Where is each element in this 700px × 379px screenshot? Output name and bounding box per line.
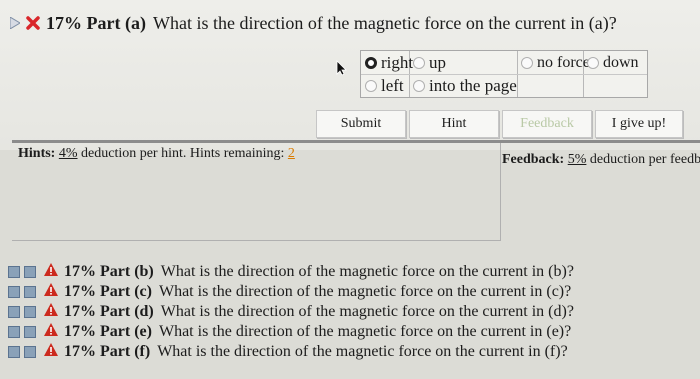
part-b-label: 17% Part (b) (64, 262, 154, 280)
warning-icon (44, 342, 58, 361)
part-row-d[interactable]: 17% Part (d) What is the direction of th… (8, 302, 574, 321)
option-down[interactable]: down (587, 52, 639, 74)
part-row-c[interactable]: 17% Part (c) What is the direction of th… (8, 282, 571, 301)
radio-up[interactable] (413, 57, 425, 69)
part-a-label: 17% Part (a) (46, 12, 146, 33)
hints-remaining: 2 (287, 146, 295, 161)
status-square (8, 325, 20, 338)
warning-icon (44, 322, 58, 341)
option-no-force[interactable]: no force (521, 52, 590, 74)
part-f-question: What is the direction of the magnetic fo… (157, 342, 568, 360)
part-row-e[interactable]: 17% Part (e) What is the direction of th… (8, 322, 571, 341)
submit-button[interactable]: Submit (316, 110, 406, 138)
hints-info: Hints: 4% deduction per hint. Hints rema… (18, 146, 295, 162)
option-down-label: down (603, 54, 639, 71)
feedback-button[interactable]: Feedback (502, 110, 592, 138)
status-square (8, 305, 20, 318)
part-row-f[interactable]: 17% Part (f) What is the direction of th… (8, 342, 568, 361)
status-square (24, 325, 36, 338)
warning-icon (44, 302, 58, 321)
part-e-label: 17% Part (e) (64, 322, 152, 340)
status-square (24, 345, 36, 358)
radio-no-force[interactable] (521, 57, 533, 69)
x-icon (26, 16, 40, 30)
option-into-page-label: into the page (429, 76, 517, 95)
part-f-label: 17% Part (f) (64, 342, 151, 360)
status-square (8, 285, 20, 298)
part-c-label: 17% Part (c) (64, 282, 152, 300)
option-right-label: right (381, 53, 414, 72)
part-a-header: 17% Part (a) What is the direction of th… (10, 10, 617, 36)
option-left[interactable]: left (365, 75, 404, 97)
part-row-b[interactable]: 17% Part (b) What is the direction of th… (8, 262, 574, 281)
feedback-deduction-percent: 5% (567, 152, 587, 167)
radio-left[interactable] (365, 80, 377, 92)
part-e-question: What is the direction of the magnetic fo… (158, 322, 572, 340)
play-icon[interactable] (10, 17, 20, 29)
hint-button[interactable]: Hint (409, 110, 499, 138)
mouse-cursor-icon (336, 60, 348, 81)
option-up-label: up (429, 53, 446, 72)
hints-text: deduction per hint. Hints remaining: (81, 146, 285, 161)
radio-down[interactable] (587, 57, 599, 69)
give-up-button[interactable]: I give up! (595, 110, 683, 138)
radio-right[interactable] (365, 57, 377, 69)
part-c-question: What is the direction of the magnetic fo… (158, 282, 572, 300)
feedback-info: Feedback: 5% deduction per feedb (502, 152, 700, 168)
status-square (24, 265, 36, 278)
part-d-question: What is the direction of the magnetic fo… (160, 302, 574, 320)
option-no-force-label: no force (537, 54, 590, 71)
option-into-page[interactable]: into the page (413, 75, 517, 97)
hints-label: Hints: (18, 146, 56, 161)
status-square (8, 265, 20, 278)
warning-icon (44, 282, 58, 301)
option-up[interactable]: up (413, 52, 446, 74)
feedback-text: deduction per feedb (589, 152, 700, 167)
option-right[interactable]: right (365, 52, 413, 74)
hint-deduction-percent: 4% (58, 146, 78, 161)
status-square (8, 345, 20, 358)
status-square (24, 285, 36, 298)
part-b-question: What is the direction of the magnetic fo… (160, 262, 574, 280)
direction-options: right up no force down left into the pag… (360, 50, 648, 98)
status-square (24, 305, 36, 318)
radio-into-page[interactable] (413, 80, 425, 92)
part-d-label: 17% Part (d) (64, 302, 154, 320)
part-a-question: What is the direction of the magnetic fo… (152, 12, 617, 33)
warning-icon (44, 262, 58, 281)
option-left-label: left (381, 76, 404, 95)
feedback-label: Feedback: (502, 152, 565, 167)
